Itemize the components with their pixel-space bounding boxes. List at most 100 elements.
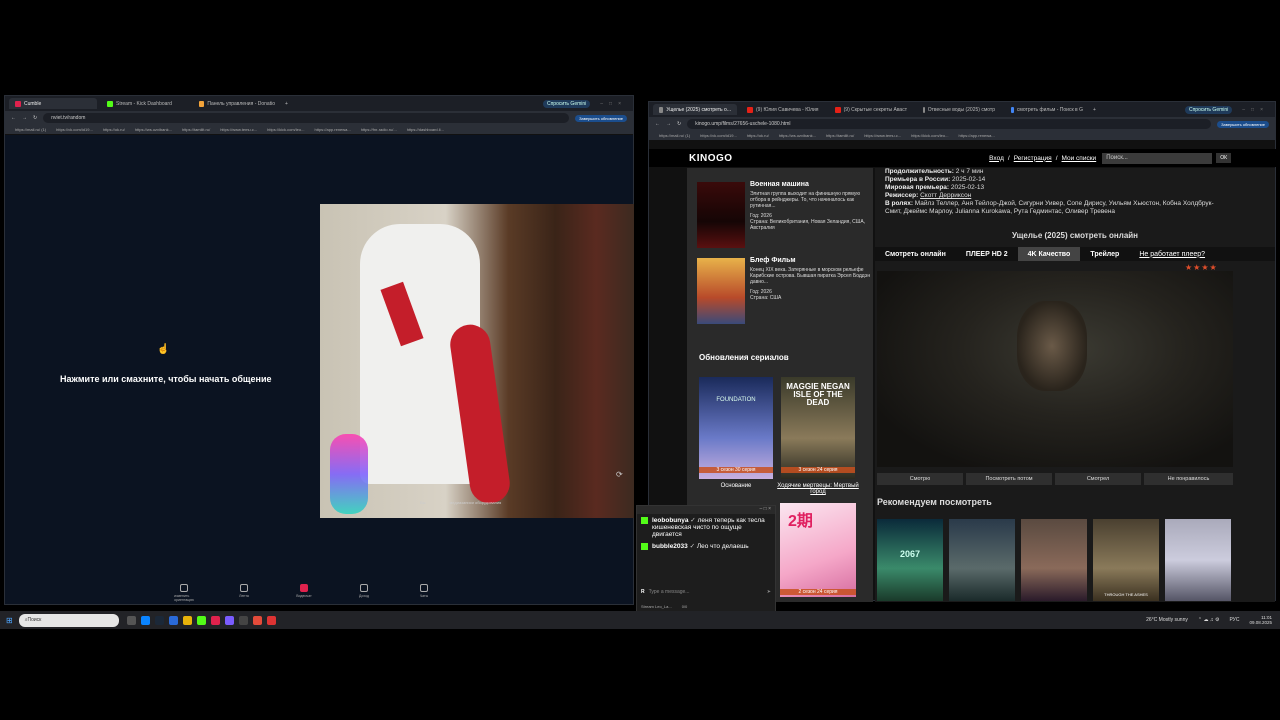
gemini-button[interactable]: Спросить Gemini	[542, 99, 591, 108]
recommend-poster[interactable]	[949, 519, 1015, 601]
start-button-icon[interactable]: ⊞	[6, 616, 13, 625]
tab-4k-quality[interactable]: 4K Качество	[1017, 247, 1081, 261]
nav-videochat[interactable]: Видеочат	[295, 584, 313, 602]
left-tab-2[interactable]: Панель управления - Donatio	[193, 98, 281, 109]
left-tab-0[interactable]: Cumble	[9, 98, 97, 109]
switch-camera-icon[interactable]: ⟳	[616, 470, 623, 479]
kick-icon[interactable]	[196, 615, 206, 625]
right-tab-2[interactable]: (9) Скрытые секреты Аваст	[829, 104, 913, 115]
file-explorer-icon[interactable]	[182, 615, 192, 625]
recommend-poster[interactable]	[1021, 519, 1087, 601]
sidebar-film[interactable]: Военная машина Элитная группа выходит на…	[697, 181, 872, 248]
send-icon[interactable]: ➤	[767, 589, 771, 598]
new-tab-button[interactable]: +	[1093, 107, 1096, 113]
chrome-icon[interactable]	[252, 615, 262, 625]
bookmark[interactable]: https://ok.ru/	[747, 133, 769, 138]
chat-input[interactable]: R Type a message... ➤	[641, 589, 771, 598]
bookmark[interactable]: https://app.renewa...	[958, 133, 994, 138]
anime-series-poster[interactable]: 2期 2 сезон 24 серия	[780, 503, 856, 597]
discord-icon[interactable]	[224, 615, 234, 625]
tab-watch-online[interactable]: Смотреть онлайн	[875, 247, 956, 261]
right-tab-0[interactable]: Ущелье (2025) смотреть о...	[653, 104, 737, 115]
watching-button[interactable]: Смотрю	[877, 473, 963, 485]
kinogo-logo[interactable]: KINOGO	[689, 153, 733, 164]
bookmark[interactable]: https://vk.com/id19...	[700, 133, 737, 138]
chat-window-controls[interactable]: – □ ×	[637, 506, 775, 514]
bookmark[interactable]: https://mail.ru/ (1)	[659, 133, 690, 138]
new-tab-button[interactable]: +	[285, 101, 288, 107]
series-poster[interactable]: FOUNDATION 3 сезон 30 серия	[699, 377, 773, 479]
bookmark[interactable]: https://www.temu.c...	[220, 127, 257, 132]
right-tab-3[interactable]: Отвесные воды (2025) смотр	[917, 104, 1001, 115]
obs-icon[interactable]	[238, 615, 248, 625]
tab-player-hd2[interactable]: ПЛЕЕР HD 2	[956, 247, 1018, 261]
bookmark[interactable]: https://dashboard.li...	[407, 127, 444, 132]
update-button[interactable]: Завершить обновление	[575, 114, 627, 122]
clock[interactable]: 11:01 09.08.2025	[1249, 615, 1272, 625]
update-button[interactable]: Завершить обновление	[1217, 120, 1269, 128]
kinogo-search-input[interactable]: Поиск...	[1102, 152, 1213, 164]
bookmark[interactable]: https://tamilit.ru/	[182, 127, 210, 132]
film-poster[interactable]	[697, 258, 745, 324]
edge-icon[interactable]	[140, 615, 150, 625]
app-icon[interactable]	[168, 615, 178, 625]
tray-icons[interactable]: ⌃ ☁ ♫ ⚙	[1198, 617, 1220, 623]
bookmark[interactable]: https://mail.ru/ (1)	[15, 127, 46, 132]
bookmark[interactable]: https://kick.com/leo...	[911, 133, 948, 138]
chat-username[interactable]: leobobunya	[652, 517, 688, 524]
bookmark[interactable]: https://vk.com/id19...	[56, 127, 93, 132]
right-url-input[interactable]: kinogo.ump/films/27656-uschele-1080.html	[687, 119, 1212, 129]
nav-income[interactable]: Доход	[355, 584, 373, 602]
left-url-input[interactable]: nviet.tv/random	[43, 113, 570, 123]
series-poster[interactable]: MAGGIE NEGAN ISLE OF THE DEAD 3 сезон 24…	[781, 377, 855, 479]
steam-icon[interactable]	[154, 615, 164, 625]
video-player[interactable]	[877, 271, 1233, 467]
right-tab-1[interactable]: (9) Юлия Савичева - Юлия	[741, 104, 825, 115]
nav-chats[interactable]: Чаты	[415, 584, 433, 602]
bookmark[interactable]: https://kick.com/leo...	[267, 127, 304, 132]
recommend-poster[interactable]: 2067	[877, 519, 943, 601]
bookmark[interactable]: https://tamilit.ru/	[826, 133, 854, 138]
series-name[interactable]: Ходячие мертвецы: Мертвый город	[775, 483, 861, 495]
forward-icon[interactable]: →	[666, 121, 671, 127]
disliked-button[interactable]: Не понравилось	[1144, 473, 1233, 485]
film-title[interactable]: Блеф Фильм	[750, 257, 872, 264]
register-link[interactable]: Регистрация	[1014, 155, 1052, 162]
chat-username[interactable]: bubble2033	[652, 543, 688, 550]
left-tab-1[interactable]: Stream - Kick Dashboard	[101, 98, 189, 109]
language-indicator[interactable]: РУС	[1229, 617, 1239, 623]
task-view-icon[interactable]	[126, 615, 136, 625]
reload-icon[interactable]: ↻	[33, 115, 37, 121]
back-icon[interactable]: ←	[655, 121, 660, 127]
film-poster[interactable]	[697, 182, 745, 248]
director-link[interactable]: Скотт Дерриксон	[920, 192, 971, 199]
player-broken-link[interactable]: Не работает плеер?	[1129, 247, 1215, 261]
recommend-poster[interactable]: THROUGH THE ASHES	[1093, 519, 1159, 601]
app-icon-2[interactable]	[266, 615, 276, 625]
bookmark[interactable]: https://ws.ozvibank...	[779, 133, 816, 138]
my-lists-link[interactable]: Мои списки	[1062, 155, 1097, 162]
film-title[interactable]: Военная машина	[750, 181, 872, 188]
app-icon-red[interactable]	[210, 615, 220, 625]
right-tab-4[interactable]: смотреть фильм - Поиск в G	[1005, 104, 1089, 115]
weather-widget[interactable]: 26°C Mostly sunny	[1146, 617, 1188, 623]
forward-icon[interactable]: →	[22, 115, 27, 121]
bookmark[interactable]: https://app.renewa...	[314, 127, 350, 132]
window-controls[interactable]: –□×	[600, 101, 627, 107]
bookmark[interactable]: https://fnr-radio.ru/...	[361, 127, 397, 132]
recommend-poster[interactable]	[1165, 519, 1231, 601]
taskbar-search[interactable]: ⌕ Поиск	[18, 613, 119, 627]
gemini-button[interactable]: Спросить Gemini	[1184, 105, 1233, 114]
watch-later-button[interactable]: Посмотреть потом	[966, 473, 1052, 485]
tab-trailer[interactable]: Трейлер	[1080, 247, 1129, 261]
nav-feed[interactable]: Лента	[235, 584, 253, 602]
sidebar-film[interactable]: Блеф Фильм Конец XIX века. Затерянные в …	[697, 257, 872, 324]
start-chat-prompt[interactable]: Нажмите или смахните, чтобы начать общен…	[60, 374, 272, 384]
reload-icon[interactable]: ↻	[677, 121, 681, 127]
back-icon[interactable]: ←	[11, 115, 16, 121]
login-link[interactable]: Вход	[989, 155, 1004, 162]
series-name[interactable]: Основание	[693, 483, 779, 489]
bookmark[interactable]: https://www.temu.c...	[864, 133, 901, 138]
watched-button[interactable]: Смотрел	[1055, 473, 1141, 485]
search-ok-button[interactable]: ОК	[1216, 153, 1231, 163]
